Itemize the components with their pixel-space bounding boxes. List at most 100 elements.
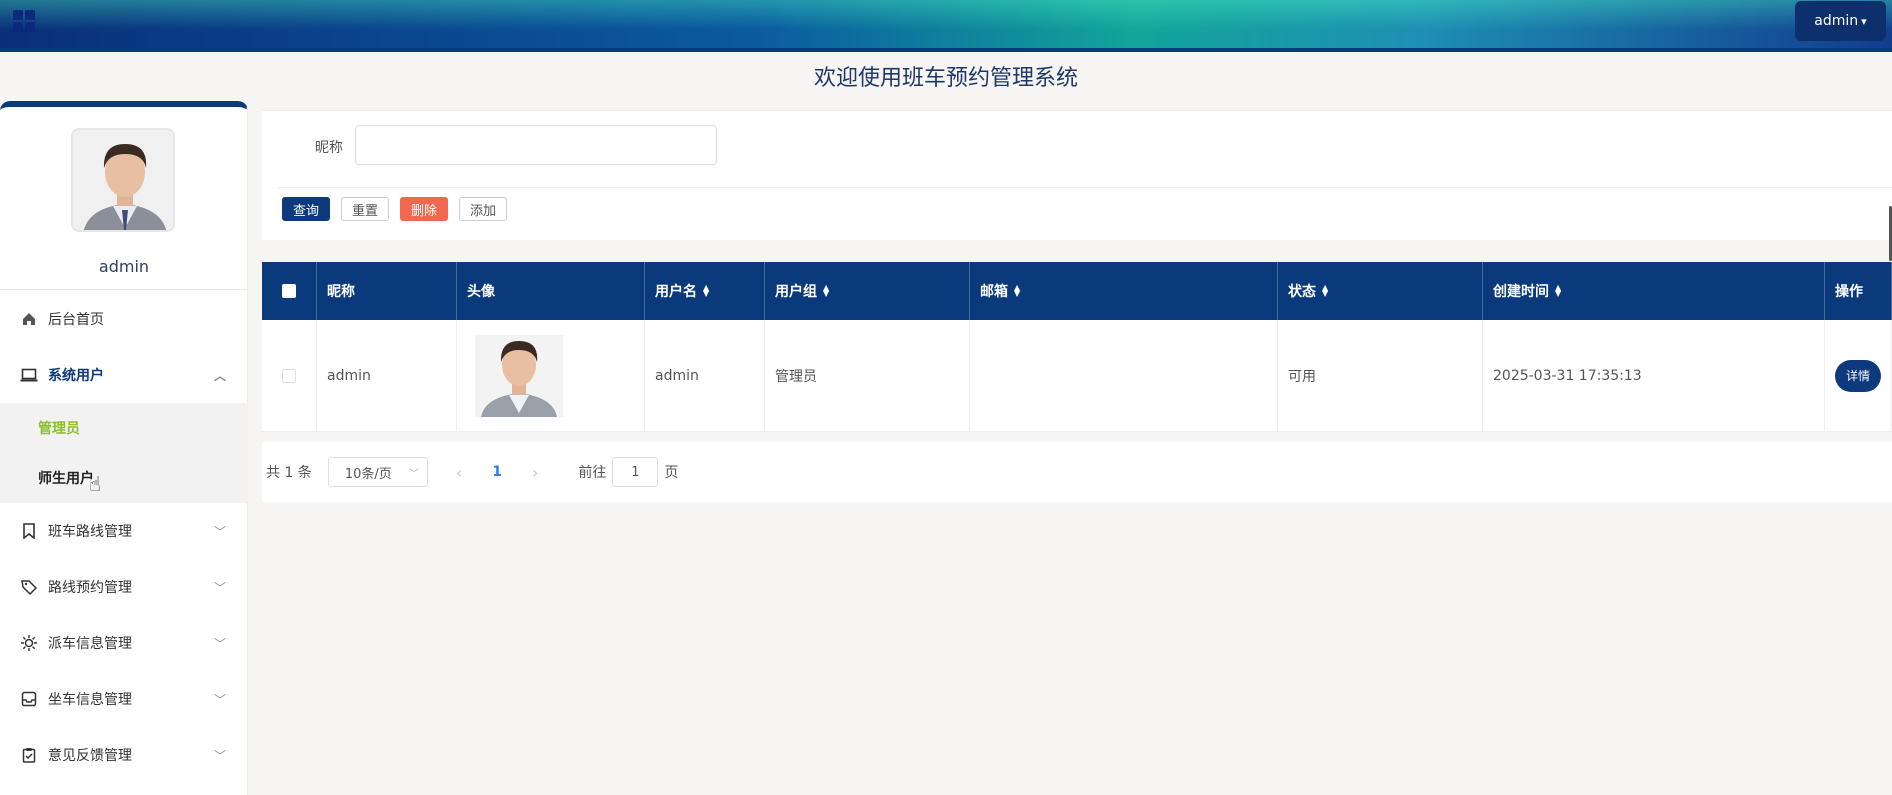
hand-pointer-icon: ☝ xyxy=(89,472,102,496)
pagination: 共 1 条 10条/页 ﹀ ‹ 1 › 前往 1 页 xyxy=(262,442,1892,502)
add-button[interactable]: 添加 xyxy=(459,197,508,221)
nickname-cell: admin xyxy=(317,320,457,431)
chevron-down-icon: ﹀ xyxy=(213,637,226,651)
detail-button[interactable]: 详情 xyxy=(1835,359,1881,392)
sort-icon[interactable]: ▲ ▼ xyxy=(1322,284,1328,298)
sidebar-item-dispatch-info[interactable]: 派车信息管理 ﹀ xyxy=(0,615,248,671)
sidebar-submenu: 管理员 师生用户 xyxy=(0,403,248,503)
sidebar-item-label: 系统用户 xyxy=(48,368,104,384)
column-header: 昵称 xyxy=(317,262,457,320)
column-header-label: 邮箱 xyxy=(980,284,1008,300)
group-cell: 管理员 xyxy=(765,320,970,431)
nickname-label: 昵称 xyxy=(315,140,343,156)
prev-page-button[interactable]: ‹ xyxy=(456,463,462,482)
action-cell: 详情 xyxy=(1825,320,1892,431)
column-header[interactable]: 用户名 ▲ ▼ xyxy=(645,262,765,320)
sidebar-item-label: 师生用户 xyxy=(38,471,94,487)
page-title: 欢迎使用班车预约管理系统 xyxy=(813,66,1078,91)
page-size-value: 10条/页 xyxy=(344,466,392,482)
action-buttons: 查询 重置 删除 添加 xyxy=(282,197,508,221)
clipboard-check-icon xyxy=(20,746,38,764)
column-header-label: 状态 xyxy=(1288,284,1316,300)
top-bar-glow xyxy=(0,0,1892,30)
row-checkbox[interactable] xyxy=(282,368,296,383)
chevron-up-icon: ︿ xyxy=(213,369,226,383)
column-header: 头像 xyxy=(457,262,645,320)
created-time-cell: 2025-03-31 17:35:13 xyxy=(1483,320,1825,431)
tag-icon xyxy=(20,578,38,596)
search-panel: 昵称 查询 重置 删除 添加 xyxy=(262,110,1892,261)
column-header[interactable]: 状态 ▲ ▼ xyxy=(1278,262,1483,320)
page-size-select[interactable]: 10条/页 ﹀ xyxy=(327,457,428,487)
sidebar-item-route-booking[interactable]: 路线预约管理 ﹀ xyxy=(0,559,248,615)
chevron-down-icon: ▾ xyxy=(1861,14,1867,28)
divider xyxy=(278,187,1892,188)
menu-grid-icon[interactable] xyxy=(13,10,35,32)
top-bar: admin ▾ xyxy=(0,0,1892,52)
column-header-label: 头像 xyxy=(467,284,495,300)
user-menu-label: admin xyxy=(1814,13,1859,29)
column-header-label: 用户组 xyxy=(775,284,817,300)
inbox-icon xyxy=(20,690,38,708)
query-button[interactable]: 查询 xyxy=(282,197,331,221)
column-header-label: 用户名 xyxy=(655,284,697,300)
username-cell: admin xyxy=(645,320,765,431)
delete-button[interactable]: 删除 xyxy=(400,197,449,221)
sort-icon[interactable]: ▲ ▼ xyxy=(703,284,709,298)
chevron-down-icon: ﹀ xyxy=(213,693,226,707)
sidebar-item-feedback[interactable]: 意见反馈管理 ﹀ xyxy=(0,727,248,783)
sidebar-item-label: 后台首页 xyxy=(48,312,104,328)
select-all-checkbox[interactable] xyxy=(282,284,296,298)
page-number-current[interactable]: 1 xyxy=(492,464,502,480)
sidebar-item-system-users[interactable]: 系统用户 ︿ xyxy=(0,347,248,403)
sort-icon[interactable]: ▲ ▼ xyxy=(823,284,829,298)
avatar-cell xyxy=(457,320,645,431)
laptop-icon xyxy=(20,366,38,384)
sidebar-item-ride-info[interactable]: 坐车信息管理 ﹀ xyxy=(0,671,248,727)
next-page-button[interactable]: › xyxy=(532,463,538,482)
avatar xyxy=(475,334,563,417)
sort-icon[interactable]: ▲ ▼ xyxy=(1555,284,1561,298)
sidebar-item-label: 管理员 xyxy=(38,421,80,437)
sidebar: admin 后台首页 系统用户 ︿ 管理员 师生用户 班车路线管理 ﹀ 路线预约… xyxy=(0,101,248,795)
chevron-down-icon: ﹀ xyxy=(213,749,226,763)
row-checkbox-cell xyxy=(262,320,317,431)
goto-page-input[interactable]: 1 xyxy=(612,457,659,487)
nickname-input[interactable] xyxy=(355,125,717,165)
page-suffix: 页 xyxy=(664,465,679,481)
chevron-down-icon: ﹀ xyxy=(408,468,419,480)
sidebar-item-teacher-student-users[interactable]: 师生用户 xyxy=(0,453,248,503)
sort-icon[interactable]: ▲ ▼ xyxy=(1014,284,1020,298)
sidebar-username: admin xyxy=(98,257,150,276)
chevron-down-icon: ﹀ xyxy=(213,525,226,539)
table-header: 昵称 头像 用户名 ▲ ▼ 用户组 ▲ ▼ 邮箱 ▲ ▼ 状态 ▲ ▼ 创建时间 ▲ ▼ 操作 xyxy=(262,262,1892,320)
sun-icon xyxy=(20,634,38,652)
total-count: 共 1 条 xyxy=(266,465,312,481)
select-all-checkbox-cell xyxy=(262,262,317,320)
sidebar-item-label: 路线预约管理 xyxy=(48,580,132,596)
users-table: 昵称 头像 用户名 ▲ ▼ 用户组 ▲ ▼ 邮箱 ▲ ▼ 状态 ▲ ▼ 创建时间 ▲ ▼ 操作 ad… xyxy=(262,262,1892,432)
sidebar-item-admins[interactable]: 管理员 xyxy=(0,403,248,453)
table-row: admin admin 管理员 可用 2025-03-31 17:35:13 详… xyxy=(262,320,1892,432)
sidebar-item-label: 派车信息管理 xyxy=(48,636,132,652)
sidebar-divider xyxy=(0,289,248,290)
status-cell: 可用 xyxy=(1278,320,1483,431)
email-cell xyxy=(970,320,1278,431)
column-header[interactable]: 创建时间 ▲ ▼ xyxy=(1483,262,1825,320)
reset-button[interactable]: 重置 xyxy=(341,197,390,221)
chevron-down-icon: ﹀ xyxy=(213,581,226,595)
column-header[interactable]: 用户组 ▲ ▼ xyxy=(765,262,970,320)
sidebar-nav: 后台首页 系统用户 ︿ 管理员 师生用户 班车路线管理 ﹀ 路线预约管理 ﹀ 派… xyxy=(0,291,248,783)
avatar xyxy=(71,128,175,232)
goto-label: 前往 xyxy=(578,465,607,481)
column-header: 操作 xyxy=(1825,262,1892,320)
column-header-label: 创建时间 xyxy=(1493,284,1549,300)
sidebar-item-home[interactable]: 后台首页 xyxy=(0,291,248,347)
column-header-label: 昵称 xyxy=(327,284,355,300)
user-menu-button[interactable]: admin ▾ xyxy=(1795,1,1886,41)
sidebar-item-label: 意见反馈管理 xyxy=(48,748,132,764)
home-icon xyxy=(20,310,38,328)
column-header[interactable]: 邮箱 ▲ ▼ xyxy=(970,262,1278,320)
sidebar-item-bus-routes[interactable]: 班车路线管理 ﹀ xyxy=(0,503,248,559)
column-header-label: 操作 xyxy=(1835,284,1863,300)
